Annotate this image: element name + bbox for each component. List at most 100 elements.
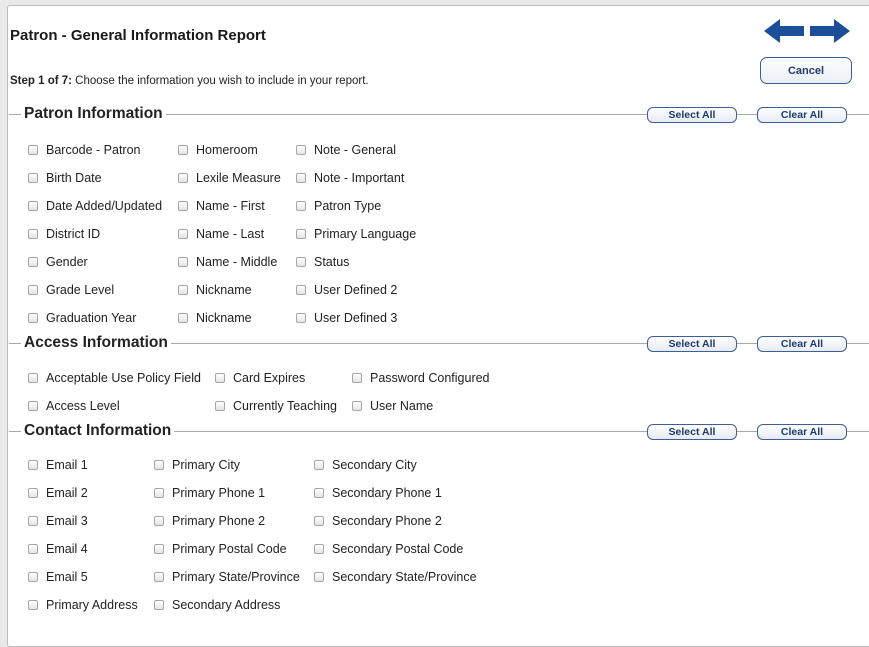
checkbox-option[interactable]: Primary Phone 1 xyxy=(154,486,265,500)
checkbox-option[interactable]: Gender xyxy=(28,255,88,269)
checkbox-option[interactable]: User Name xyxy=(352,399,433,413)
checkbox[interactable] xyxy=(28,173,38,183)
checkbox[interactable] xyxy=(28,201,38,211)
checkbox[interactable] xyxy=(154,488,164,498)
checkbox-option[interactable]: Acceptable Use Policy Field xyxy=(28,371,201,385)
checkbox[interactable] xyxy=(154,600,164,610)
checkbox[interactable] xyxy=(154,572,164,582)
checkbox-option[interactable]: Primary City xyxy=(154,458,240,472)
checkbox[interactable] xyxy=(154,516,164,526)
checkbox-option[interactable]: Email 3 xyxy=(28,514,88,528)
checkbox-option[interactable]: Email 5 xyxy=(28,570,88,584)
checkbox-option[interactable]: Note - General xyxy=(296,143,396,157)
checkbox[interactable] xyxy=(296,257,306,267)
checkbox-option[interactable]: Password Configured xyxy=(352,371,490,385)
checkbox-option[interactable]: Name - First xyxy=(178,199,265,213)
checkbox[interactable] xyxy=(28,544,38,554)
checkbox-option[interactable]: Status xyxy=(296,255,349,269)
checkbox-option[interactable]: Primary Postal Code xyxy=(154,542,287,556)
checkbox-label: Secondary Postal Code xyxy=(332,542,464,556)
select-all-access-button[interactable]: Select All xyxy=(647,336,737,352)
checkbox-option[interactable]: Access Level xyxy=(28,399,120,413)
checkbox[interactable] xyxy=(28,572,38,582)
checkbox[interactable] xyxy=(178,201,188,211)
select-all-patron-button[interactable]: Select All xyxy=(647,107,737,123)
checkbox[interactable] xyxy=(178,257,188,267)
cancel-button[interactable]: Cancel xyxy=(760,57,852,84)
checkbox[interactable] xyxy=(28,313,38,323)
checkbox[interactable] xyxy=(28,516,38,526)
checkbox-option[interactable]: Secondary Postal Code xyxy=(314,542,463,556)
checkbox[interactable] xyxy=(352,401,362,411)
checkbox[interactable] xyxy=(178,285,188,295)
checkbox[interactable] xyxy=(352,373,362,383)
clear-all-access-button[interactable]: Clear All xyxy=(757,336,847,352)
checkbox[interactable] xyxy=(296,229,306,239)
checkbox-option[interactable]: Primary Language xyxy=(296,227,416,241)
checkbox-option[interactable]: Primary Address xyxy=(28,598,138,612)
checkbox[interactable] xyxy=(215,373,225,383)
checkbox[interactable] xyxy=(296,285,306,295)
checkbox-option[interactable]: Email 2 xyxy=(28,486,88,500)
checkbox[interactable] xyxy=(296,313,306,323)
checkbox-option[interactable]: District ID xyxy=(28,227,100,241)
checkbox-option[interactable]: Note - Important xyxy=(296,171,404,185)
checkbox[interactable] xyxy=(28,229,38,239)
select-all-contact-button[interactable]: Select All xyxy=(647,424,737,440)
checkbox-option[interactable]: Date Added/Updated xyxy=(28,199,162,213)
checkbox[interactable] xyxy=(314,516,324,526)
checkbox[interactable] xyxy=(296,145,306,155)
checkbox[interactable] xyxy=(178,173,188,183)
checkbox-option[interactable]: Primary Phone 2 xyxy=(154,514,265,528)
checkbox-option[interactable]: Nickname xyxy=(178,283,252,297)
checkbox[interactable] xyxy=(296,201,306,211)
checkbox[interactable] xyxy=(28,285,38,295)
checkbox-option[interactable]: Card Expires xyxy=(215,371,305,385)
checkbox-option[interactable]: Secondary State/Province xyxy=(314,570,477,584)
checkbox[interactable] xyxy=(314,488,324,498)
checkbox-option[interactable]: Graduation Year xyxy=(28,311,136,325)
checkbox[interactable] xyxy=(28,257,38,267)
checkbox-option[interactable]: Name - Last xyxy=(178,227,264,241)
checkbox-label: Primary Address xyxy=(46,598,138,612)
checkbox-option[interactable]: Barcode - Patron xyxy=(28,143,141,157)
checkbox-option[interactable]: Name - Middle xyxy=(178,255,277,269)
checkbox-option[interactable]: Birth Date xyxy=(28,171,102,185)
checkbox[interactable] xyxy=(178,229,188,239)
clear-all-patron-button[interactable]: Clear All xyxy=(757,107,847,123)
checkbox-option[interactable]: Secondary Phone 2 xyxy=(314,514,442,528)
checkbox[interactable] xyxy=(314,572,324,582)
checkbox[interactable] xyxy=(28,460,38,470)
back-arrow-icon[interactable] xyxy=(764,19,804,43)
checkbox-option[interactable]: User Defined 2 xyxy=(296,283,397,297)
checkbox[interactable] xyxy=(296,173,306,183)
checkbox-option[interactable]: User Defined 3 xyxy=(296,311,397,325)
checkbox-option[interactable]: Currently Teaching xyxy=(215,399,337,413)
checkbox-option[interactable]: Lexile Measure xyxy=(178,171,281,185)
checkbox[interactable] xyxy=(215,401,225,411)
checkbox-option[interactable]: Secondary Phone 1 xyxy=(314,486,442,500)
checkbox[interactable] xyxy=(314,460,324,470)
checkbox[interactable] xyxy=(154,544,164,554)
checkbox-option[interactable]: Email 4 xyxy=(28,542,88,556)
checkbox[interactable] xyxy=(28,600,38,610)
checkbox[interactable] xyxy=(314,544,324,554)
checkbox-option[interactable]: Email 1 xyxy=(28,458,88,472)
checkbox-option[interactable]: Primary State/Province xyxy=(154,570,300,584)
checkbox-option[interactable]: Secondary City xyxy=(314,458,417,472)
clear-all-contact-button[interactable]: Clear All xyxy=(757,424,847,440)
checkbox[interactable] xyxy=(28,373,38,383)
checkbox[interactable] xyxy=(154,460,164,470)
checkbox[interactable] xyxy=(28,401,38,411)
checkbox-option[interactable]: Patron Type xyxy=(296,199,381,213)
checkbox-option[interactable]: Secondary Address xyxy=(154,598,280,612)
next-arrow-icon[interactable] xyxy=(810,19,850,43)
checkbox-option[interactable]: Nickname xyxy=(178,311,252,325)
checkbox[interactable] xyxy=(178,313,188,323)
checkbox[interactable] xyxy=(28,488,38,498)
checkbox-label: Card Expires xyxy=(233,371,306,385)
checkbox-option[interactable]: Homeroom xyxy=(178,143,258,157)
checkbox[interactable] xyxy=(28,145,38,155)
checkbox-option[interactable]: Grade Level xyxy=(28,283,114,297)
checkbox[interactable] xyxy=(178,145,188,155)
